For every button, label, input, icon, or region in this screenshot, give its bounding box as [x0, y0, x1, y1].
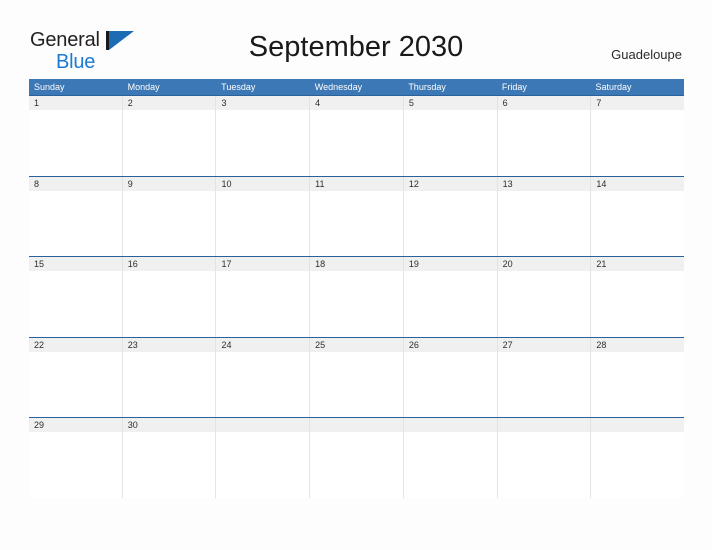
weekday-header-monday: Monday — [127, 82, 160, 92]
day-number: 22 — [34, 339, 45, 350]
page-header: General Blue September 2030 Guadeloupe — [0, 0, 712, 78]
day-cell[interactable]: 22 — [29, 337, 123, 418]
day-cell[interactable]: 15 — [29, 257, 123, 337]
day-number-band — [591, 418, 685, 433]
day-number-band — [403, 96, 497, 110]
day-cell[interactable]: 17 — [216, 257, 311, 337]
day-cell[interactable]: 14 — [591, 176, 685, 257]
day-cell[interactable]: 2 — [122, 96, 217, 176]
day-number: 13 — [502, 178, 513, 189]
day-cell-empty — [403, 418, 498, 498]
day-number: 19 — [408, 259, 419, 270]
day-cell[interactable]: 11 — [310, 176, 404, 257]
calendar-week-row: 1 2 3 4 5 6 7 — [29, 95, 685, 176]
day-cell[interactable]: 21 — [591, 257, 685, 337]
day-cell[interactable]: 26 — [403, 337, 498, 418]
day-number-band — [122, 96, 216, 110]
day-cell-empty — [216, 418, 311, 498]
calendar-week-row: 29 30 — [29, 417, 685, 498]
region-label: Guadeloupe — [611, 47, 682, 62]
day-number: 3 — [221, 98, 227, 108]
day-number: 7 — [596, 98, 602, 108]
calendar-week-row: 8 9 10 11 12 13 14 — [29, 175, 685, 257]
day-cell[interactable]: 30 — [122, 418, 217, 498]
day-cell[interactable]: 23 — [122, 337, 217, 418]
day-cell[interactable]: 8 — [29, 176, 123, 257]
day-number: 18 — [315, 259, 326, 270]
day-cell[interactable]: 18 — [310, 257, 404, 337]
page-title: September 2030 — [248, 31, 464, 63]
day-number: 27 — [502, 339, 513, 350]
day-cell-empty — [591, 418, 685, 498]
day-cell[interactable]: 27 — [497, 337, 592, 418]
day-number: 24 — [221, 339, 232, 350]
weekday-header-tuesday: Tuesday — [221, 82, 256, 92]
day-cell[interactable]: 20 — [497, 257, 592, 337]
weekday-header-sunday: Sunday — [34, 82, 65, 92]
day-number-band — [310, 96, 403, 110]
day-cell-empty — [497, 418, 592, 498]
day-number: 5 — [408, 98, 414, 108]
day-number: 28 — [596, 339, 607, 350]
day-cell[interactable]: 9 — [122, 176, 217, 257]
day-number-band — [29, 96, 122, 110]
day-number: 10 — [221, 178, 232, 189]
weekday-header-friday: Friday — [501, 82, 527, 92]
day-number: 17 — [221, 259, 232, 270]
day-number-band — [497, 96, 591, 110]
weekday-header-thursday: Thursday — [408, 82, 446, 92]
calendar-page: General Blue September 2030 Guadeloupe S… — [0, 0, 712, 550]
day-number-band — [403, 418, 497, 433]
day-cell[interactable]: 6 — [497, 96, 592, 176]
day-number: 6 — [502, 98, 508, 108]
day-number: 26 — [408, 339, 419, 350]
day-cell[interactable]: 19 — [403, 257, 498, 337]
day-cell[interactable]: 29 — [29, 418, 123, 498]
day-number: 1 — [34, 98, 40, 108]
day-cell[interactable]: 25 — [310, 337, 404, 418]
day-number: 23 — [127, 339, 138, 350]
day-cell[interactable]: 7 — [591, 96, 685, 176]
day-number: 29 — [34, 420, 45, 431]
day-cell[interactable]: 16 — [122, 257, 217, 337]
day-cell[interactable]: 10 — [216, 176, 311, 257]
day-number: 9 — [127, 178, 133, 189]
day-number: 21 — [596, 259, 607, 270]
day-number: 20 — [502, 259, 513, 270]
day-cell[interactable]: 5 — [403, 96, 498, 176]
day-cell[interactable]: 13 — [497, 176, 592, 257]
day-number: 16 — [127, 259, 138, 270]
day-cell[interactable]: 28 — [591, 337, 685, 418]
day-number: 14 — [596, 178, 607, 189]
calendar-week-row: 15 16 17 18 19 20 21 — [29, 256, 685, 337]
day-number-band — [310, 418, 403, 433]
day-number-band — [591, 96, 685, 110]
day-number: 4 — [315, 98, 321, 108]
day-number: 30 — [127, 420, 138, 431]
day-cell[interactable]: 24 — [216, 337, 311, 418]
day-number-band — [216, 96, 310, 110]
day-number: 25 — [315, 339, 326, 350]
calendar-grid: Sunday Monday Tuesday Wednesday Thursday… — [29, 79, 685, 498]
day-number-band — [122, 176, 216, 191]
weekday-header-wednesday: Wednesday — [314, 82, 363, 92]
day-number: 8 — [34, 178, 40, 189]
weekday-header-saturday: Saturday — [595, 82, 632, 92]
day-cell[interactable]: 4 — [310, 96, 404, 176]
day-cell[interactable]: 12 — [403, 176, 498, 257]
day-number-band — [29, 176, 122, 191]
day-number: 2 — [127, 98, 133, 108]
calendar-week-row: 22 23 24 25 26 27 28 — [29, 336, 685, 418]
day-cell[interactable]: 1 — [29, 96, 123, 176]
day-number: 11 — [315, 178, 325, 189]
day-number-band — [497, 418, 591, 433]
day-cell-empty — [310, 418, 404, 498]
day-cell[interactable]: 3 — [216, 96, 311, 176]
weekday-header-row: Sunday Monday Tuesday Wednesday Thursday… — [29, 79, 684, 95]
day-number-band — [216, 418, 310, 433]
day-number: 12 — [408, 178, 419, 189]
day-number: 15 — [34, 259, 45, 270]
